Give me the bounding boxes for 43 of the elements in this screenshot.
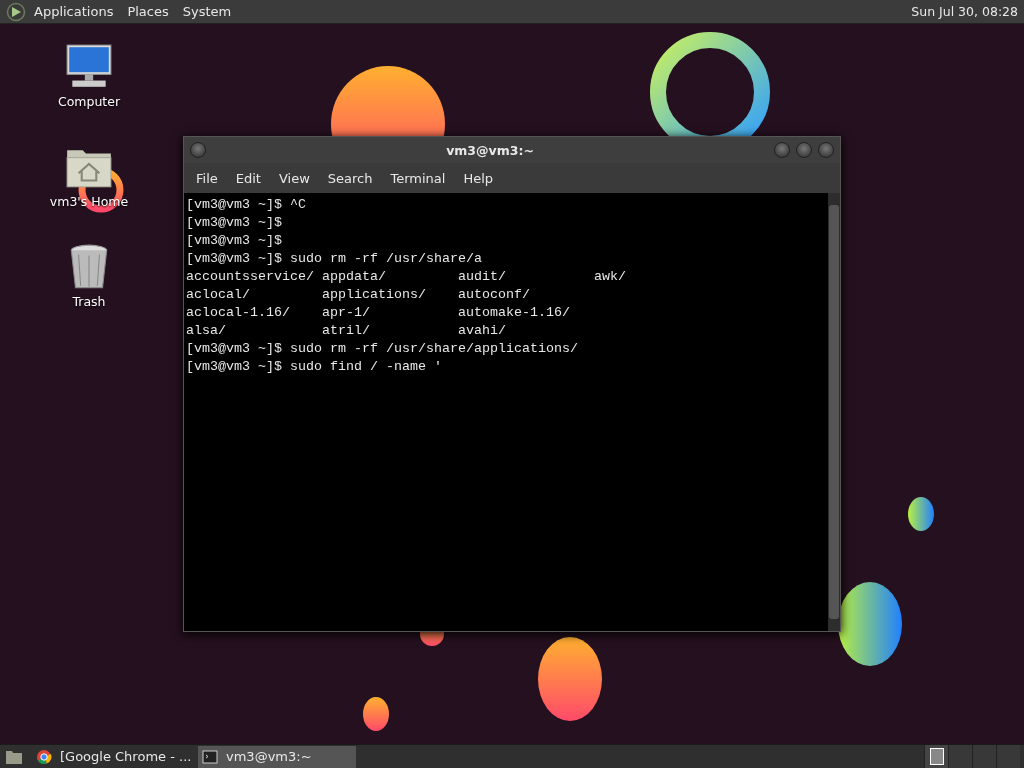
window-title: vm3@vm3:~ — [445, 142, 535, 158]
close-button[interactable] — [818, 142, 834, 158]
menu-item[interactable]: Help — [454, 170, 503, 186]
browser-icon — [36, 748, 52, 765]
terminal-line: [vm3@vm3 ~]$ ^C — [186, 196, 306, 214]
terminal-icon — [202, 748, 218, 765]
taskbar-button[interactable]: vm3@vm3:~ — [198, 745, 356, 768]
menu-item[interactable]: Terminal — [381, 170, 455, 186]
clock[interactable]: Sun Jul 30, 08:28 — [911, 4, 1018, 19]
workspace-button[interactable] — [924, 744, 948, 768]
terminal-line: [vm3@vm3 ~]$ — [186, 232, 282, 250]
completion-entry: apr-1/ — [322, 304, 370, 322]
menu-item[interactable]: Edit — [226, 170, 270, 186]
maximize-button[interactable] — [796, 142, 812, 158]
panel-menu[interactable]: System — [182, 4, 232, 19]
completion-entry: accountsservice/ — [186, 268, 314, 286]
desktop-icon-label[interactable]: Computer — [57, 94, 121, 109]
terminal-line: [vm3@vm3 ~]$ sudo find / -name ' — [186, 358, 442, 376]
menu-item[interactable]: View — [269, 170, 319, 186]
terminal-line: [vm3@vm3 ~]$ sudo rm -rf /usr/share/a — [186, 250, 482, 268]
minimize-button[interactable] — [774, 142, 790, 158]
completion-entry: autoconf/ — [458, 286, 530, 304]
window-menu-button[interactable] — [190, 142, 206, 158]
menu-item[interactable]: File — [187, 170, 227, 186]
completion-entry: alsa/ — [186, 322, 226, 340]
terminal-line: [vm3@vm3 ~]$ sudo rm -rf /usr/share/applications/ — [186, 340, 578, 358]
completion-entry: automake-1.16/ — [458, 304, 570, 322]
completion-entry: applications/ — [322, 286, 426, 304]
completion-entry: avahi/ — [458, 322, 506, 340]
desktop-icon-label[interactable]: Trash — [72, 294, 106, 309]
scrollbar[interactable] — [828, 193, 840, 631]
panel-menu[interactable]: Applications — [34, 4, 114, 19]
panel-menu[interactable]: Places — [127, 4, 169, 19]
completion-entry: atril/ — [322, 322, 370, 340]
menu-item[interactable]: Search — [318, 170, 382, 186]
completion-entry: aclocal-1.16/ — [186, 304, 290, 322]
play-logo-icon[interactable] — [6, 1, 26, 22]
completion-entry: aclocal/ — [186, 286, 250, 304]
completion-entry: awk/ — [594, 268, 626, 286]
completion-entry: appdata/ — [322, 268, 386, 286]
taskbar-button[interactable]: [Google Chrome - ... — [32, 745, 190, 768]
terminal-line: [vm3@vm3 ~]$ — [186, 214, 282, 232]
completion-entry: audit/ — [458, 268, 506, 286]
